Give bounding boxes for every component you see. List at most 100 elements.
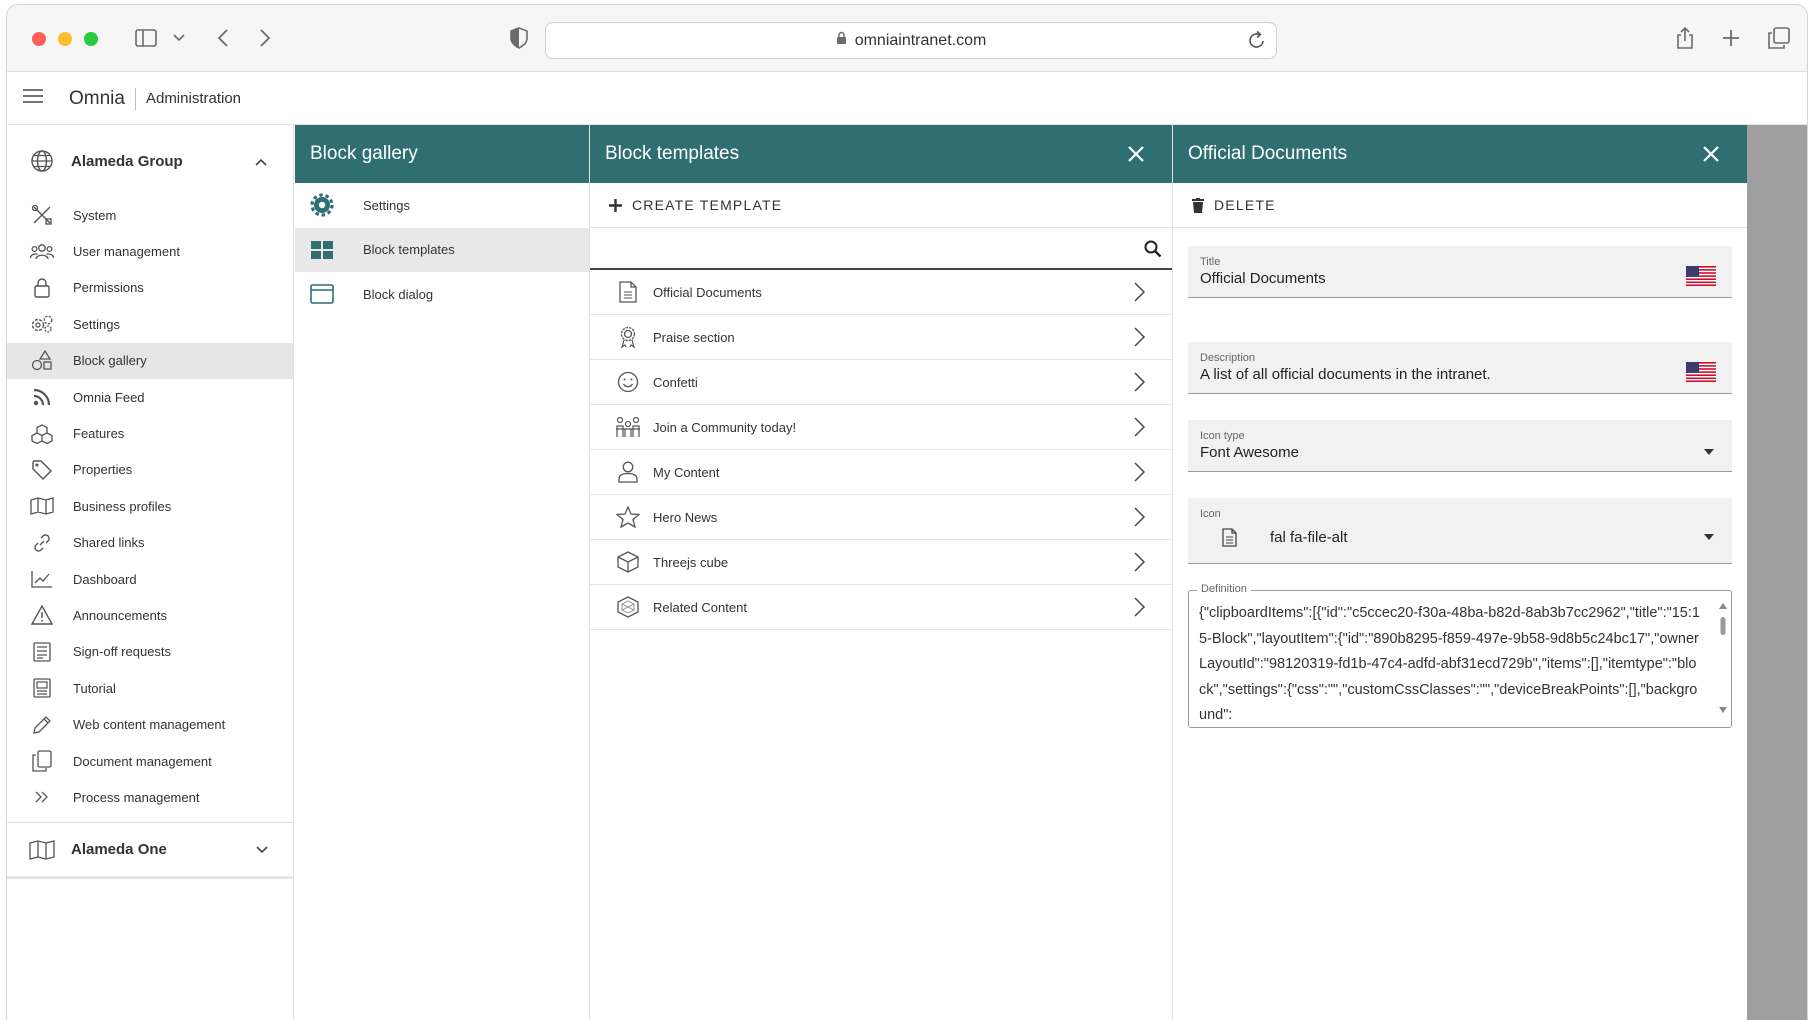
globe-icon — [29, 148, 55, 174]
description-field[interactable]: Description A list of all official docum… — [1188, 342, 1732, 394]
definition-textarea[interactable]: Definition {"clipboardItems":[{"id":"c5c… — [1188, 583, 1732, 728]
panel-title: Block gallery — [310, 143, 418, 164]
template-row-related-content[interactable]: Related Content — [590, 585, 1172, 630]
gallery-item-settings[interactable]: Settings — [295, 183, 589, 228]
template-row-confetti[interactable]: Confetti — [590, 360, 1172, 405]
trash-icon — [1192, 197, 1204, 213]
search-input[interactable] — [590, 228, 1172, 268]
sidebar-item-label: User management — [73, 244, 180, 260]
sidebar-item-document-management[interactable]: Document management — [7, 743, 293, 779]
chevron-right-icon — [1134, 462, 1146, 482]
lock-icon — [836, 31, 847, 50]
menu-icon[interactable] — [23, 89, 45, 108]
icon-value-row: fal fa-file-alt — [1200, 528, 1720, 547]
sidebar-item-properties[interactable]: Properties — [7, 452, 293, 488]
icon-value: fal fa-file-alt — [1270, 529, 1348, 546]
search-row — [590, 228, 1172, 270]
definition-value[interactable]: {"clipboardItems":[{"id":"c5ccec20-f30a-… — [1189, 591, 1731, 721]
close-icon[interactable] — [1703, 146, 1719, 162]
icon-type-select[interactable]: Icon type Font Awesome — [1188, 420, 1732, 472]
close-icon[interactable] — [1128, 146, 1144, 162]
zoom-window-button[interactable] — [84, 32, 98, 46]
sidebar-group-alameda-one[interactable]: Alameda One — [7, 823, 294, 879]
block-gallery-panel: Block gallery Settings Block templates B… — [295, 125, 590, 1020]
create-template-button[interactable]: CREATE TEMPLATE — [590, 183, 1172, 228]
sidebar-item-label: Process management — [73, 789, 200, 805]
map-icon — [29, 495, 55, 517]
sidebar-group-label: Alameda One — [71, 841, 167, 858]
dropdown-arrow-icon[interactable] — [1704, 442, 1714, 460]
sidebar-toggle-icon[interactable] — [133, 23, 159, 53]
sidebar-item-user-management[interactable]: User management — [7, 233, 293, 269]
sidebar-item-features[interactable]: Features — [7, 415, 293, 451]
file-icon — [1222, 528, 1240, 547]
copy-icon — [29, 750, 55, 772]
dropdown-arrow-icon[interactable] — [1704, 527, 1714, 545]
modal-overlay[interactable] — [1747, 125, 1807, 1020]
tabs-overview-icon[interactable] — [1767, 23, 1791, 53]
forward-icon[interactable] — [255, 23, 275, 53]
share-icon[interactable] — [1675, 23, 1695, 53]
gallery-item-block-templates[interactable]: Block templates — [295, 227, 589, 272]
chevron-up-icon[interactable] — [255, 153, 267, 170]
chevron-down-icon[interactable] — [256, 841, 268, 858]
template-label: Join a Community today! — [653, 419, 797, 435]
sidebar-item-shared-links[interactable]: Shared links — [7, 525, 293, 561]
sidebar-item-permissions[interactable]: Permissions — [7, 270, 293, 306]
sidebar-item-label: Permissions — [73, 280, 144, 296]
tools-icon — [29, 204, 55, 226]
gallery-item-block-dialog[interactable]: Block dialog — [295, 272, 589, 317]
sidebar-item-announcements[interactable]: Announcements — [7, 597, 293, 633]
sidebar-item-settings[interactable]: Settings — [7, 306, 293, 342]
icon-select[interactable]: Icon fal fa-file-alt — [1188, 498, 1732, 564]
pen-icon — [29, 714, 55, 736]
search-icon[interactable] — [1144, 240, 1162, 263]
template-row-threejs-cube[interactable]: Threejs cube — [590, 540, 1172, 585]
template-label: Confetti — [653, 374, 698, 390]
sidebar-item-label: Business profiles — [73, 498, 172, 514]
chevron-right-icon — [1134, 372, 1146, 392]
user-icon — [615, 460, 641, 484]
sidebar-item-sign-off-requests[interactable]: Sign-off requests — [7, 634, 293, 670]
template-row-join-community[interactable]: Join a Community today! — [590, 405, 1172, 450]
brand-name[interactable]: Omnia — [69, 88, 125, 110]
grid-icon — [309, 238, 335, 262]
back-icon[interactable] — [213, 23, 233, 53]
sidebar-item-system[interactable]: System — [7, 197, 293, 233]
reload-icon[interactable] — [1248, 30, 1266, 55]
sidebar-item-dashboard[interactable]: Dashboard — [7, 561, 293, 597]
template-row-official-documents[interactable]: Official Documents — [590, 270, 1172, 315]
chevron-down-icon[interactable] — [171, 23, 187, 53]
scrollbar[interactable] — [1719, 603, 1727, 713]
book-icon — [29, 677, 55, 699]
sidebar-item-label: Shared links — [73, 535, 145, 551]
sidebar-item-label: Dashboard — [73, 571, 137, 587]
minimize-window-button[interactable] — [58, 32, 72, 46]
sidebar-item-web-content-management[interactable]: Web content management — [7, 706, 293, 742]
template-row-my-content[interactable]: My Content — [590, 450, 1172, 495]
sidebar-item-block-gallery[interactable]: Block gallery — [7, 342, 293, 379]
template-row-praise-section[interactable]: Praise section — [590, 315, 1172, 360]
sidebar-group-alameda-group[interactable]: Alameda Group — [7, 125, 293, 197]
cubes-icon — [29, 423, 55, 445]
template-label: Threejs cube — [653, 554, 729, 570]
sidebar-item-omnia-feed[interactable]: Omnia Feed — [7, 379, 293, 415]
title-field[interactable]: Title Official Documents — [1188, 246, 1732, 298]
address-bar[interactable]: omniaintranet.com — [545, 22, 1277, 59]
cube-outline-icon — [615, 595, 641, 619]
title-input[interactable]: Official Documents — [1200, 270, 1720, 287]
new-tab-icon[interactable] — [1721, 23, 1741, 53]
gallery-item-label: Settings — [363, 197, 410, 213]
panel-header: Official Documents — [1173, 125, 1747, 183]
sidebar-item-business-profiles[interactable]: Business profiles — [7, 488, 293, 524]
description-input[interactable]: A list of all official documents in the … — [1200, 366, 1720, 383]
template-row-hero-news[interactable]: Hero News — [590, 495, 1172, 540]
us-flag-icon[interactable] — [1686, 266, 1716, 286]
us-flag-icon[interactable] — [1686, 362, 1716, 382]
icon-type-value: Font Awesome — [1200, 444, 1299, 461]
sidebar-item-process-management[interactable]: Process management — [7, 779, 293, 815]
delete-button[interactable]: DELETE — [1173, 183, 1747, 228]
shield-icon[interactable] — [509, 23, 529, 53]
sidebar-item-tutorial[interactable]: Tutorial — [7, 670, 293, 706]
close-window-button[interactable] — [32, 32, 46, 46]
